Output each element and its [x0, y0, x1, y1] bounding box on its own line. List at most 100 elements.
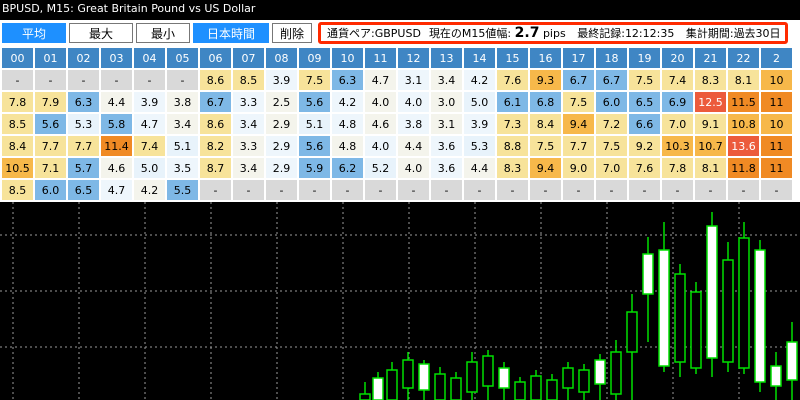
- candle-body: [786, 341, 798, 381]
- range-cell: 5.6: [299, 136, 330, 156]
- range-cell: 5.2: [365, 158, 396, 178]
- range-cell: 3.5: [167, 158, 198, 178]
- range-cell: -: [662, 180, 693, 200]
- range-cell: 3.4: [167, 114, 198, 134]
- range-cell: 8.6: [200, 114, 231, 134]
- range-cell: 2.9: [266, 158, 297, 178]
- range-cell: 6.9: [662, 92, 693, 112]
- range-cell: -: [266, 180, 297, 200]
- range-cell: 6.7: [200, 92, 231, 112]
- range-cell: 4.0: [398, 158, 429, 178]
- range-cell: 9.2: [629, 136, 660, 156]
- range-cell: -: [464, 180, 495, 200]
- range-cell: 3.9: [134, 92, 165, 112]
- candle-body: [466, 361, 478, 393]
- hour-header: 12: [398, 48, 429, 68]
- range-cell: 13.6: [728, 136, 759, 156]
- candle-body: [722, 259, 734, 363]
- range-cell: 11: [761, 136, 792, 156]
- candle-body: [434, 373, 446, 400]
- range-cell: -: [68, 70, 99, 90]
- candle-body: [594, 359, 606, 385]
- range-cell: 5.3: [464, 136, 495, 156]
- range-cell: 3.8: [398, 114, 429, 134]
- hour-header: 2: [761, 48, 792, 68]
- range-cell: -: [530, 180, 561, 200]
- min-button[interactable]: 最小: [136, 23, 190, 43]
- candle-body: [450, 377, 462, 400]
- range-cell: 8.8: [497, 136, 528, 156]
- range-unit: pips: [542, 27, 566, 40]
- range-cell: 9.3: [530, 70, 561, 90]
- range-cell: 2.9: [266, 136, 297, 156]
- range-cell: 7.6: [497, 70, 528, 90]
- range-cell: 6.3: [68, 92, 99, 112]
- candle-body: [372, 377, 384, 400]
- range-cell: 4.7: [365, 70, 396, 90]
- range-cell: 5.8: [101, 114, 132, 134]
- range-cell: 7.5: [596, 136, 627, 156]
- range-cell: 11: [761, 158, 792, 178]
- range-cell: 5.9: [299, 158, 330, 178]
- hour-header: 07: [233, 48, 264, 68]
- range-cell: 4.4: [101, 92, 132, 112]
- range-cell: 8.4: [530, 114, 561, 134]
- range-cell: -: [497, 180, 528, 200]
- range-cell: 7.1: [35, 158, 66, 178]
- range-cell: 8.2: [200, 136, 231, 156]
- delete-button[interactable]: 削除: [272, 23, 312, 43]
- candle-body: [514, 381, 526, 400]
- range-cell: 6.7: [596, 70, 627, 90]
- hour-header: 13: [431, 48, 462, 68]
- range-cell: 7.5: [563, 92, 594, 112]
- range-cell: 9.4: [563, 114, 594, 134]
- range-cell: -: [431, 180, 462, 200]
- range-cell: 10.5: [2, 158, 33, 178]
- range-cell: 5.0: [464, 92, 495, 112]
- range-cell: 5.1: [167, 136, 198, 156]
- range-cell: -: [167, 70, 198, 90]
- range-cell: -: [563, 180, 594, 200]
- range-cell: 4.6: [101, 158, 132, 178]
- hour-header: 11: [365, 48, 396, 68]
- range-cell: 9.0: [563, 158, 594, 178]
- range-cell: 6.1: [497, 92, 528, 112]
- range-cell: 5.6: [35, 114, 66, 134]
- period-label: 集計期間:: [685, 27, 734, 40]
- average-button[interactable]: 平均: [2, 23, 66, 43]
- range-cell: 10.3: [662, 136, 693, 156]
- range-cell: 8.5: [2, 114, 33, 134]
- range-cell: 8.3: [695, 70, 726, 90]
- candle-body: [359, 393, 371, 400]
- range-cell: 3.6: [431, 158, 462, 178]
- range-cell: 6.3: [332, 70, 363, 90]
- hour-header: 00: [2, 48, 33, 68]
- price-chart[interactable]: [0, 202, 800, 400]
- range-cell: -: [35, 70, 66, 90]
- range-cell: 5.1: [299, 114, 330, 134]
- range-cell: -: [200, 180, 231, 200]
- range-cell: 6.0: [596, 92, 627, 112]
- hour-header: 01: [35, 48, 66, 68]
- range-cell: 5.7: [68, 158, 99, 178]
- range-cell: 7.8: [662, 158, 693, 178]
- max-button[interactable]: 最大: [69, 23, 133, 43]
- table-row: 8.5 6.0 6.5 4.7 4.2 5.5- - - - - - - - - - - - - - - - - -: [2, 180, 792, 200]
- range-cell: 6.0: [35, 180, 66, 200]
- range-cell: 8.5: [233, 70, 264, 90]
- period-value: 過去30日: [733, 27, 781, 40]
- table-header-row: 00 01 02 03 04 05 06 07 08 09 10 11 12 13 14 15 16 17 18 19…: [2, 48, 792, 68]
- range-cell: 10: [761, 70, 792, 90]
- range-cell: 3.9: [266, 70, 297, 90]
- japan-time-button[interactable]: 日本時間: [193, 23, 269, 43]
- hour-header: 04: [134, 48, 165, 68]
- range-cell: -: [398, 180, 429, 200]
- candle-body: [402, 359, 414, 389]
- candle-body: [754, 249, 766, 383]
- hour-header: 18: [596, 48, 627, 68]
- range-cell: 4.4: [398, 136, 429, 156]
- pair-label: 通貨ペア:: [327, 27, 375, 40]
- range-cell: 3.4: [233, 114, 264, 134]
- range-cell: 8.1: [728, 70, 759, 90]
- range-cell: -: [728, 180, 759, 200]
